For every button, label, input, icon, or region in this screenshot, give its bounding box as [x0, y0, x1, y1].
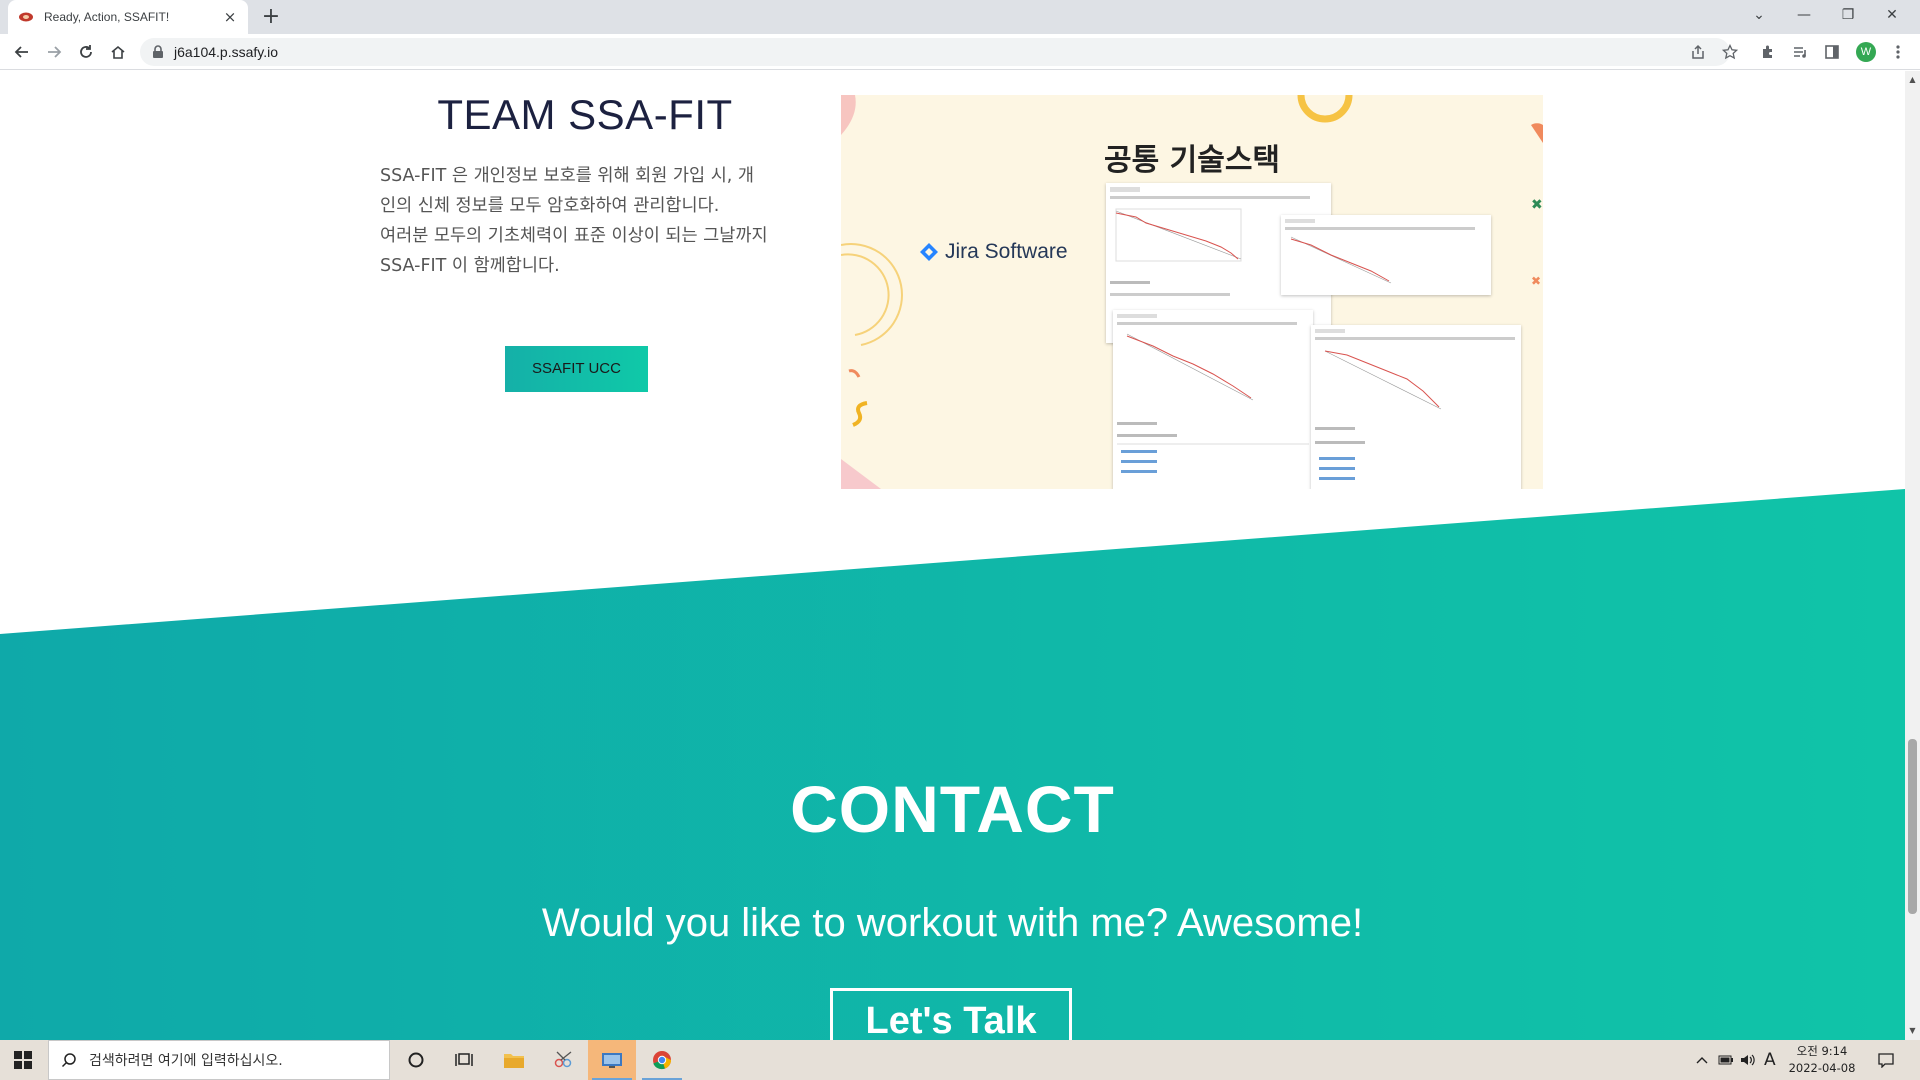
media-button[interactable] — [1786, 38, 1814, 66]
scrollbar-thumb[interactable] — [1908, 739, 1917, 914]
reload-button[interactable] — [72, 38, 100, 66]
clock-time: 오전 9:14 — [1796, 1044, 1848, 1058]
windows-taskbar: 검색하려면 여기에 입력하십시오. A 오전 9:14 2022-04-08 — [0, 1040, 1920, 1080]
browser-tab[interactable]: Ready, Action, SSAFIT! × — [8, 0, 248, 34]
svg-text:✖: ✖ — [1531, 197, 1543, 213]
tab-title: Ready, Action, SSAFIT! — [44, 10, 170, 24]
share-button[interactable] — [1684, 38, 1712, 66]
maximize-button[interactable]: ❐ — [1826, 0, 1870, 30]
page-viewport: TEAM SSA-FIT SSA-FIT 은 개인정보 보호를 위해 회원 가입… — [0, 71, 1905, 1040]
reload-icon — [80, 45, 92, 58]
share-icon — [1692, 44, 1704, 59]
tab-strip: Ready, Action, SSAFIT! × + ⌄ — ❐ ✕ — [0, 0, 1920, 34]
start-button[interactable] — [0, 1040, 46, 1080]
forward-button[interactable] — [40, 38, 68, 66]
kebab-menu-icon — [1896, 45, 1900, 59]
side-panel-button[interactable] — [1818, 38, 1846, 66]
snipping-tool-button[interactable] — [540, 1040, 588, 1080]
burndown-screenshot-2 — [1281, 215, 1491, 295]
battery-icon[interactable] — [1718, 1040, 1734, 1080]
minimize-button[interactable]: — — [1782, 0, 1826, 30]
taskbar-search-placeholder: 검색하려면 여기에 입력하십시오. — [89, 1053, 283, 1069]
jira-label: Jira Software — [945, 240, 1068, 263]
new-tab-button[interactable]: + — [258, 4, 284, 30]
url-text[interactable]: j6a104.p.ssafy.io — [174, 44, 278, 60]
page-scrollbar[interactable]: ▲ ▼ — [1905, 71, 1920, 1040]
scroll-down-arrow-icon[interactable]: ▼ — [1908, 1026, 1917, 1036]
windows-logo-icon — [14, 1051, 32, 1069]
cortana-circle-icon — [408, 1052, 424, 1068]
scissors-icon — [554, 1051, 572, 1068]
about-team-section: TEAM SSA-FIT SSA-FIT 은 개인정보 보호를 위해 회원 가입… — [380, 91, 770, 281]
folder-icon — [504, 1054, 524, 1068]
puzzle-icon — [1763, 45, 1772, 58]
monitor-app-icon — [602, 1053, 622, 1068]
chrome-taskbar-button[interactable] — [638, 1040, 686, 1080]
team-title: TEAM SSA-FIT — [437, 91, 733, 138]
cortana-button[interactable] — [392, 1040, 440, 1080]
scroll-up-arrow-icon[interactable]: ▲ — [1908, 75, 1917, 85]
back-arrow-icon — [14, 46, 28, 58]
svg-text:✖: ✖ — [1531, 274, 1541, 288]
contact-subtitle: Would you like to workout with me? Aweso… — [541, 901, 1364, 945]
tech-stack-image: ✖ ✖ 공통 기술스택 Jira Software — [841, 95, 1543, 489]
tab-close-icon[interactable]: × — [222, 8, 238, 26]
site-favicon-icon — [18, 9, 34, 25]
forward-arrow-icon — [48, 46, 62, 58]
clock-date: 2022-04-08 — [1788, 1061, 1856, 1075]
burndown-screenshot-4 — [1311, 325, 1521, 489]
notifications-button[interactable] — [1878, 1040, 1894, 1080]
task-view-icon — [455, 1053, 473, 1066]
home-button[interactable] — [104, 38, 132, 66]
lock-icon[interactable] — [152, 45, 164, 59]
extensions-button[interactable] — [1754, 38, 1782, 66]
side-panel-icon — [1825, 45, 1839, 59]
contact-title: CONTACT — [790, 772, 1115, 846]
profile-button[interactable]: W — [1852, 38, 1880, 66]
search-icon — [61, 1053, 76, 1068]
address-bar[interactable]: j6a104.p.ssafy.io — [140, 38, 1730, 66]
notification-icon — [1878, 1053, 1894, 1068]
stack-title: 공통 기술스택 — [1103, 143, 1281, 178]
team-description-2: 여러분 모두의 기초체력이 표준 이상이 되는 그날까지 SSA-FIT 이 함… — [380, 226, 768, 276]
close-window-button[interactable]: ✕ — [1870, 0, 1914, 30]
jira-diamond-icon — [920, 243, 938, 261]
avatar: W — [1856, 42, 1876, 62]
taskbar-clock[interactable]: 오전 9:14 2022-04-08 — [1782, 1043, 1862, 1077]
home-icon — [111, 45, 125, 59]
ssafit-ucc-button[interactable]: SSAFIT UCC — [505, 346, 648, 392]
task-view-button[interactable] — [440, 1040, 488, 1080]
taskbar-search-box[interactable]: 검색하려면 여기에 입력하십시오. — [48, 1040, 390, 1080]
bookmark-button[interactable] — [1716, 38, 1744, 66]
browser-menu-button[interactable] — [1884, 38, 1912, 66]
playlist-icon — [1794, 47, 1806, 58]
lets-talk-button[interactable]: Let's Talk — [830, 988, 1072, 1040]
tab-search-chevron-icon[interactable]: ⌄ — [1737, 0, 1781, 30]
star-icon — [1722, 44, 1738, 60]
back-button[interactable] — [8, 38, 36, 66]
burndown-screenshot-3 — [1113, 310, 1313, 489]
volume-icon[interactable] — [1740, 1040, 1756, 1080]
file-explorer-button[interactable] — [490, 1040, 538, 1080]
browser-toolbar: j6a104.p.ssafy.io W — [0, 34, 1920, 70]
jira-logo: Jira Software — [919, 240, 1068, 264]
remote-desktop-button[interactable] — [588, 1040, 636, 1080]
team-description-1: SSA-FIT 은 개인정보 보호를 위해 회원 가입 시, 개인의 신체 정보… — [380, 166, 755, 216]
show-hidden-icons-chevron-icon[interactable] — [1696, 1040, 1708, 1080]
chrome-icon — [653, 1051, 671, 1070]
ime-indicator[interactable]: A — [1764, 1040, 1776, 1080]
